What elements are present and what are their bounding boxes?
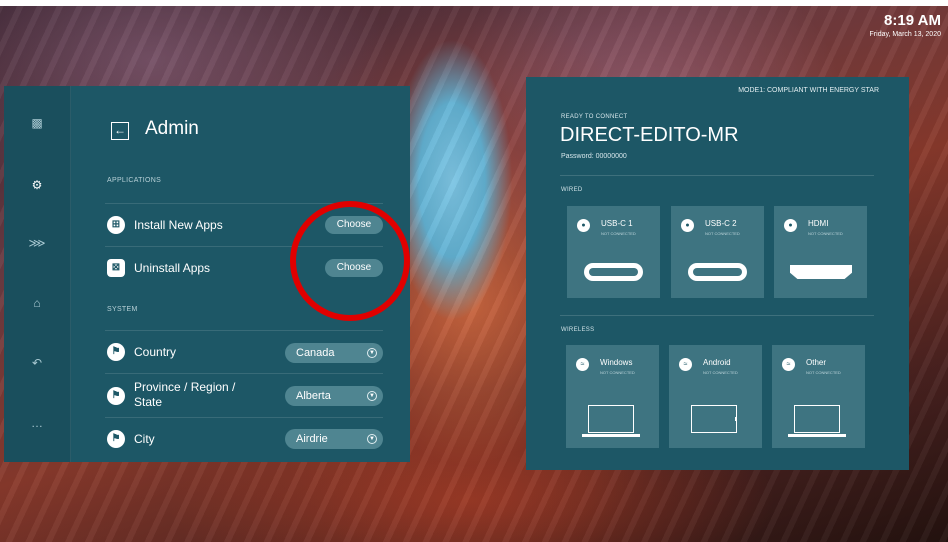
laptop-icon bbox=[788, 405, 846, 437]
card-status: NOT CONNECTED bbox=[601, 231, 636, 236]
divider bbox=[560, 315, 874, 316]
page-title: Admin bbox=[145, 118, 199, 139]
usbc-port-icon bbox=[584, 263, 643, 281]
province-label-line1: Province / Region / bbox=[134, 380, 236, 394]
card-title: USB-C 2 bbox=[705, 219, 737, 228]
country-select[interactable]: Canada ▼ bbox=[285, 343, 383, 363]
gear-icon[interactable]: ⚙ bbox=[28, 176, 46, 194]
clock-time: 8:19 AM bbox=[884, 12, 941, 29]
province-value: Alberta bbox=[296, 390, 331, 402]
country-value: Canada bbox=[296, 347, 335, 359]
side-rail: ▩ ⚙ ⋙ ⌂ ↶ … bbox=[4, 86, 71, 462]
connect-panel: MODE1: COMPLIANT WITH ENERGY STAR READY … bbox=[526, 77, 909, 470]
uninstall-apps-label: Uninstall Apps bbox=[134, 261, 211, 275]
province-label: Province / Region / State bbox=[134, 380, 235, 410]
wifi-icon: ≈ bbox=[679, 358, 692, 371]
card-title: Android bbox=[703, 358, 731, 367]
country-row: ⚑ Country Canada ▼ bbox=[105, 330, 383, 373]
flag-icon: ⚑ bbox=[107, 343, 125, 361]
card-title: Windows bbox=[600, 358, 633, 367]
usb-icon: ● bbox=[577, 219, 590, 232]
tablet-icon bbox=[691, 405, 737, 433]
wireless-label: WIRELESS bbox=[561, 327, 595, 333]
system-section-label: SYSTEM bbox=[107, 306, 138, 313]
card-status: NOT CONNECTED bbox=[808, 231, 843, 236]
home-icon[interactable]: ⌂ bbox=[28, 294, 46, 312]
password-text: Password: 00000000 bbox=[561, 153, 627, 160]
laptop-icon bbox=[582, 405, 640, 437]
applications-section-label: APPLICATIONS bbox=[107, 177, 162, 184]
share-icon[interactable]: ⋙ bbox=[28, 234, 46, 252]
uninstall-icon: ⊠ bbox=[107, 259, 125, 277]
flag-icon: ⚑ bbox=[107, 387, 125, 405]
chevron-down-icon: ▼ bbox=[367, 348, 377, 358]
top-border bbox=[0, 0, 948, 6]
energy-mode-text: MODE1: COMPLIANT WITH ENERGY STAR bbox=[738, 87, 879, 94]
usbc-port-icon bbox=[688, 263, 747, 281]
province-row: ⚑ Province / Region / State Alberta ▼ bbox=[105, 373, 383, 417]
divider bbox=[560, 175, 874, 176]
more-icon[interactable]: … bbox=[28, 414, 46, 432]
usbc2-card[interactable]: ● USB-C 2 NOT CONNECTED bbox=[671, 206, 764, 298]
flag-icon: ⚑ bbox=[107, 430, 125, 448]
back-arrow-icon[interactable]: ← bbox=[111, 122, 129, 140]
card-status: NOT CONNECTED bbox=[600, 370, 635, 375]
city-row: ⚑ City Airdrie ▼ bbox=[105, 417, 383, 457]
city-label: City bbox=[134, 432, 155, 446]
city-select[interactable]: Airdrie ▼ bbox=[285, 429, 383, 449]
wifi-icon: ≈ bbox=[576, 358, 589, 371]
device-name: DIRECT-EDITO-MR bbox=[560, 124, 739, 146]
province-label-line2: State bbox=[134, 395, 163, 409]
apps-grid-icon: ⊞ bbox=[107, 216, 125, 234]
clock: 8:19 AM Friday, March 13, 2020 bbox=[870, 12, 941, 38]
other-card[interactable]: ≈ Other NOT CONNECTED bbox=[772, 345, 865, 448]
chevron-down-icon: ▼ bbox=[367, 434, 377, 444]
card-title: USB-C 1 bbox=[601, 219, 633, 228]
wired-label: WIRED bbox=[561, 187, 583, 193]
ready-label: READY TO CONNECT bbox=[561, 114, 628, 120]
hdmi-card[interactable]: ● HDMI NOT CONNECTED bbox=[774, 206, 867, 298]
hdmi-port-icon bbox=[790, 265, 852, 279]
card-status: NOT CONNECTED bbox=[705, 231, 740, 236]
windows-card[interactable]: ≈ Windows NOT CONNECTED bbox=[566, 345, 659, 448]
usbc1-card[interactable]: ● USB-C 1 NOT CONNECTED bbox=[567, 206, 660, 298]
province-select[interactable]: Alberta ▼ bbox=[285, 386, 383, 406]
card-title: Other bbox=[806, 358, 827, 367]
city-value: Airdrie bbox=[296, 433, 328, 445]
card-status: NOT CONNECTED bbox=[806, 370, 841, 375]
android-card[interactable]: ≈ Android NOT CONNECTED bbox=[669, 345, 762, 448]
exit-icon[interactable]: ▩ bbox=[28, 114, 46, 132]
usb-icon: ● bbox=[681, 219, 694, 232]
card-title: HDMI bbox=[808, 219, 829, 228]
chevron-down-icon: ▼ bbox=[367, 391, 377, 401]
card-status: NOT CONNECTED bbox=[703, 370, 738, 375]
highlight-circle bbox=[290, 201, 410, 321]
install-apps-label: Install New Apps bbox=[134, 218, 223, 232]
hdmi-icon: ● bbox=[784, 219, 797, 232]
undo-icon[interactable]: ↶ bbox=[28, 354, 46, 372]
country-label: Country bbox=[134, 345, 177, 359]
wifi-icon: ≈ bbox=[782, 358, 795, 371]
clock-date: Friday, March 13, 2020 bbox=[869, 31, 941, 38]
